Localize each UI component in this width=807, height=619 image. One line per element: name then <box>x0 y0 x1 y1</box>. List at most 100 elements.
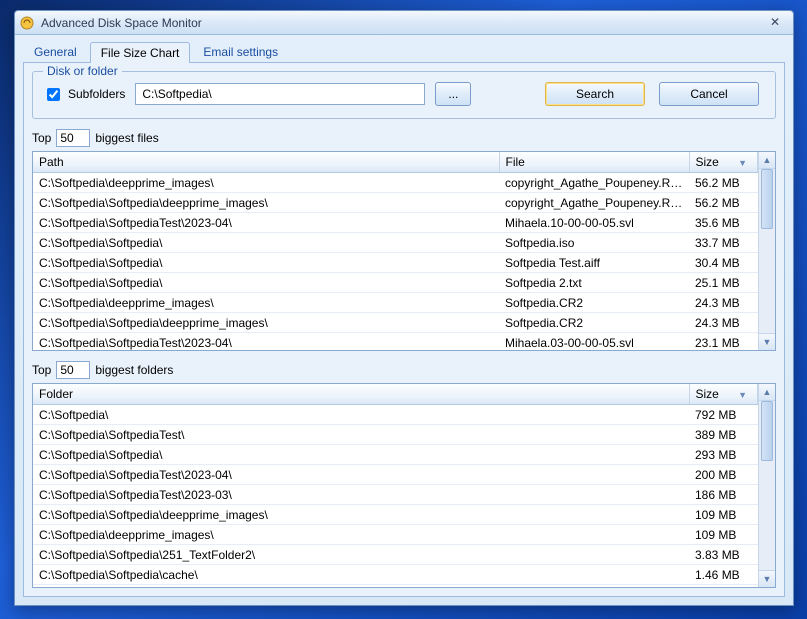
folders-col-folder[interactable]: Folder <box>33 384 689 405</box>
table-row[interactable]: C:\Softpedia\deepprime_images\Softpedia.… <box>33 293 758 313</box>
table-row[interactable]: C:\Softpedia\deepprime_images\109 MB <box>33 525 758 545</box>
cell-path: C:\Softpedia\Softpedia\ <box>33 233 499 253</box>
cell-folder: C:\Softpedia\ <box>33 405 689 425</box>
table-row[interactable]: C:\Softpedia\Softpedia\251_TextFolder2\3… <box>33 545 758 565</box>
folders-topline: Top biggest folders <box>32 361 776 379</box>
cell-size: 1.46 MB <box>689 565 758 585</box>
table-row[interactable]: C:\Softpedia\SoftpediaTest\2023-04\200 M… <box>33 465 758 485</box>
tab-file-size-chart[interactable]: File Size Chart <box>90 42 191 63</box>
scroll-up-icon[interactable]: ▲ <box>759 384 775 401</box>
folders-prefix: Top <box>32 363 51 377</box>
cell-path: C:\Softpedia\Softpedia\deepprime_images\ <box>33 313 499 333</box>
sort-desc-icon: ▼ <box>738 390 747 400</box>
files-topline: Top biggest files <box>32 129 776 147</box>
cell-folder: C:\Softpedia\SoftpediaTest\ <box>33 425 689 445</box>
subfolders-label: Subfolders <box>68 87 125 101</box>
table-row[interactable]: C:\Softpedia\Softpedia\Softpedia Test.ai… <box>33 253 758 273</box>
cell-size: 30.4 MB <box>689 253 758 273</box>
files-count-input[interactable] <box>56 129 90 147</box>
scroll-up-icon[interactable]: ▲ <box>759 152 775 169</box>
scroll-thumb[interactable] <box>761 169 773 229</box>
cell-path: C:\Softpedia\Softpedia\ <box>33 273 499 293</box>
files-col-path[interactable]: Path <box>33 152 499 173</box>
cancel-button[interactable]: Cancel <box>659 82 759 106</box>
cell-size: 23.1 MB <box>689 333 758 351</box>
cell-size: 33.7 MB <box>689 233 758 253</box>
cell-folder: C:\Softpedia\Softpedia\ <box>33 445 689 465</box>
files-scrollbar[interactable]: ▲ ▼ <box>758 152 775 350</box>
cell-path: C:\Softpedia\Softpedia\ <box>33 253 499 273</box>
browse-button[interactable]: ... <box>435 82 471 106</box>
cell-folder: C:\Softpedia\Softpedia\251_TextFolder2\ <box>33 545 689 565</box>
files-col-file[interactable]: File <box>499 152 689 173</box>
window-title: Advanced Disk Space Monitor <box>41 16 761 30</box>
cell-file: Softpedia.CR2 <box>499 293 689 313</box>
files-prefix: Top <box>32 131 51 145</box>
cell-size: 56.2 MB <box>689 173 758 193</box>
cell-path: C:\Softpedia\deepprime_images\ <box>33 293 499 313</box>
cell-path: C:\Softpedia\SoftpediaTest\2023-04\ <box>33 333 499 351</box>
table-row[interactable]: C:\Softpedia\SoftpediaTest\2023-03\186 M… <box>33 485 758 505</box>
scroll-down-icon[interactable]: ▼ <box>759 333 775 350</box>
cell-size: 109 MB <box>689 525 758 545</box>
cell-size: 35.6 MB <box>689 213 758 233</box>
close-icon[interactable]: ✕ <box>761 15 789 31</box>
scroll-down-icon[interactable]: ▼ <box>759 570 775 587</box>
titlebar[interactable]: Advanced Disk Space Monitor ✕ <box>15 11 793 35</box>
path-input[interactable] <box>135 83 425 105</box>
sort-desc-icon: ▼ <box>738 158 747 168</box>
files-grid: Path File Size▼ C:\Softpedia\deepprime_i… <box>32 151 776 351</box>
cell-size: 56.2 MB <box>689 193 758 213</box>
cell-size: 186 MB <box>689 485 758 505</box>
group-legend: Disk or folder <box>43 64 122 78</box>
cell-path: C:\Softpedia\SoftpediaTest\2023-04\ <box>33 213 499 233</box>
tab-email-settings[interactable]: Email settings <box>192 41 289 62</box>
cell-folder: C:\Softpedia\deepprime_images\ <box>33 525 689 545</box>
cell-folder: C:\Softpedia\SoftpediaTest\2023-04\ <box>33 465 689 485</box>
cell-size: 200 MB <box>689 465 758 485</box>
table-row[interactable]: C:\Softpedia\Softpedia\deepprime_images\… <box>33 193 758 213</box>
table-row[interactable]: C:\Softpedia\Softpedia\293 MB <box>33 445 758 465</box>
subfolders-checkbox-input[interactable] <box>47 88 60 101</box>
cell-path: C:\Softpedia\Softpedia\deepprime_images\ <box>33 193 499 213</box>
search-button[interactable]: Search <box>545 82 645 106</box>
cell-size: 3.83 MB <box>689 545 758 565</box>
folders-suffix: biggest folders <box>95 363 173 377</box>
table-row[interactable]: C:\Softpedia\Softpedia\deepprime_images\… <box>33 313 758 333</box>
table-row[interactable]: C:\Softpedia\Softpedia\deepprime_images\… <box>33 505 758 525</box>
tab-content: Disk or folder Subfolders ... Search Can… <box>23 62 785 597</box>
cell-file: Mihaela.03-00-00-05.svl <box>499 333 689 351</box>
cell-folder: C:\Softpedia\Softpedia\deepprime_images\ <box>33 505 689 525</box>
subfolders-checkbox[interactable]: Subfolders <box>43 85 125 104</box>
cell-size: 293 MB <box>689 445 758 465</box>
table-row[interactable]: C:\Softpedia\Softpedia\Softpedia 2.txt25… <box>33 273 758 293</box>
scroll-thumb[interactable] <box>761 401 773 461</box>
table-row[interactable]: C:\Softpedia\Softpedia\cache\1.46 MB <box>33 565 758 585</box>
folders-scrollbar[interactable]: ▲ ▼ <box>758 384 775 587</box>
cell-path: C:\Softpedia\deepprime_images\ <box>33 173 499 193</box>
cell-folder: C:\Softpedia\Softpedia\cache\ <box>33 565 689 585</box>
files-col-size[interactable]: Size▼ <box>689 152 758 173</box>
table-row[interactable]: C:\Softpedia\SoftpediaTest\2023-04\Mihae… <box>33 333 758 351</box>
table-row[interactable]: C:\Softpedia\deepprime_images\copyright_… <box>33 173 758 193</box>
cell-size: 24.3 MB <box>689 313 758 333</box>
files-suffix: biggest files <box>95 131 158 145</box>
cell-file: Softpedia.CR2 <box>499 313 689 333</box>
cell-size: 792 MB <box>689 405 758 425</box>
cell-file: Softpedia.iso <box>499 233 689 253</box>
app-window: Advanced Disk Space Monitor ✕ General Fi… <box>14 10 794 606</box>
folders-col-size[interactable]: Size▼ <box>689 384 758 405</box>
cell-size: 389 MB <box>689 425 758 445</box>
folders-grid: Folder Size▼ C:\Softpedia\792 MBC:\Softp… <box>32 383 776 588</box>
cell-file: Mihaela.10-00-00-05.svl <box>499 213 689 233</box>
tab-bar: General File Size Chart Email settings <box>15 35 793 62</box>
table-row[interactable]: C:\Softpedia\792 MB <box>33 405 758 425</box>
cell-size: 109 MB <box>689 505 758 525</box>
folders-count-input[interactable] <box>56 361 90 379</box>
table-row[interactable]: C:\Softpedia\SoftpediaTest\2023-04\Mihae… <box>33 213 758 233</box>
table-row[interactable]: C:\Softpedia\SoftpediaTest\389 MB <box>33 425 758 445</box>
tab-general[interactable]: General <box>23 41 88 62</box>
cell-file: copyright_Agathe_Poupeney.RAF <box>499 193 689 213</box>
cell-folder: C:\Softpedia\SoftpediaTest\2023-03\ <box>33 485 689 505</box>
table-row[interactable]: C:\Softpedia\Softpedia\Softpedia.iso33.7… <box>33 233 758 253</box>
